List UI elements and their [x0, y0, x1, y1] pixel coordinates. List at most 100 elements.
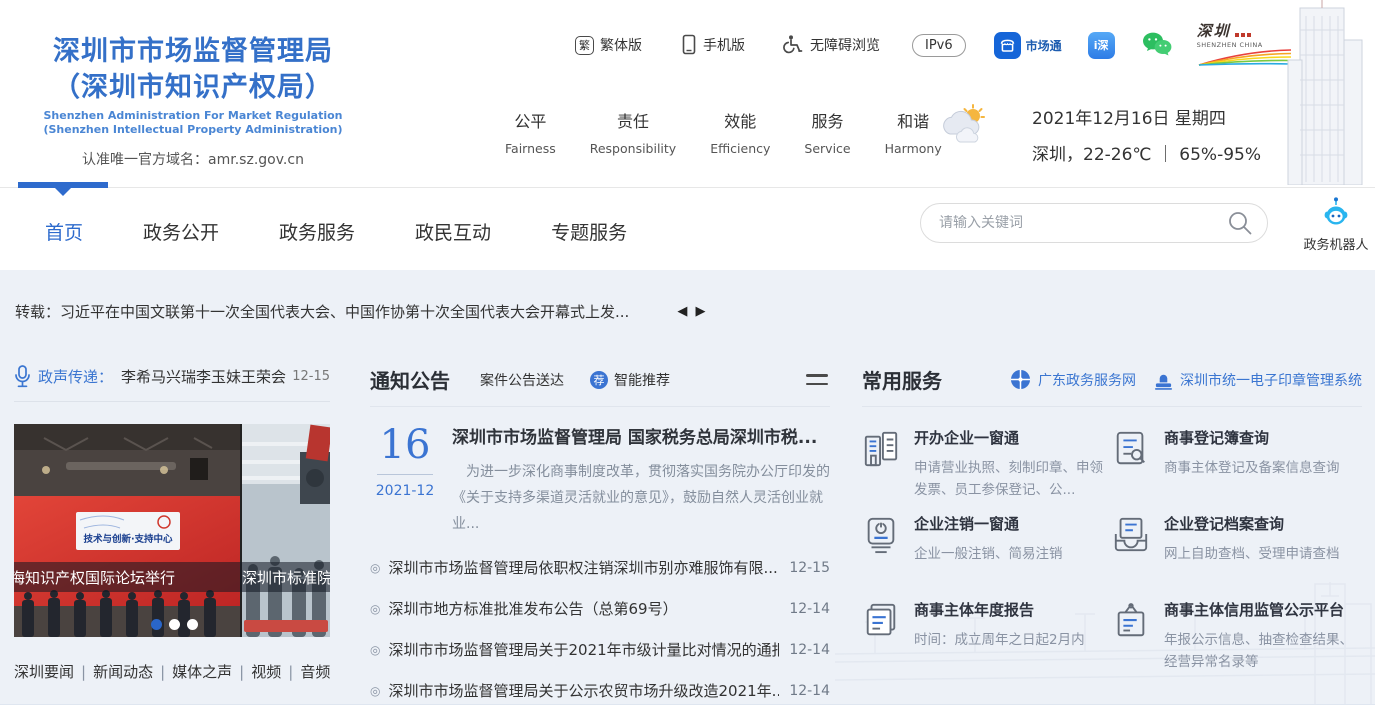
featured-notice[interactable]: 16 2021-12 深圳市市场监督管理局 国家税务总局深圳市税... 为进一步…	[370, 423, 830, 537]
site-header: 深圳市市场监督管理局 （深圳市知识产权局） Shenzhen Administr…	[0, 0, 1375, 187]
service-card-archive-query[interactable]: 企业登记档案查询 网上自助查档、受理申请查档	[1112, 513, 1362, 599]
bullet-icon: ◎	[370, 602, 380, 616]
power-device-icon	[862, 515, 900, 555]
search-input[interactable]	[939, 215, 1227, 231]
services-column: 常用服务 广东政务服务网	[862, 365, 1362, 685]
bullet-icon: ◎	[370, 643, 380, 657]
mobile-version-link[interactable]: 手机版	[680, 34, 745, 56]
services-header: 常用服务 广东政务服务网	[862, 365, 1362, 407]
content-area: 转载：习近平在中国文联第十一次全国代表大会、中国作协第十次全国代表大会开幕式上发…	[0, 270, 1375, 705]
gov-robot-button[interactable]: 政务机器人	[1300, 196, 1372, 253]
search-box	[920, 203, 1268, 243]
notice-item[interactable]: ◎ 深圳市地方标准批准发布公告（总第69号） 12-14	[370, 588, 830, 629]
carousel-caption-next: 深圳市标准院	[242, 567, 330, 588]
weather-date: 2021年12月16日 星期四	[1032, 104, 1261, 129]
value-service: 服务 Service	[804, 108, 850, 156]
market-app-icon	[994, 32, 1021, 59]
ipv6-badge[interactable]: IPv6	[912, 34, 966, 57]
ticker-prev-icon[interactable]: ◀	[677, 304, 689, 319]
nav-item-gov-disclosure[interactable]: 政务公开	[143, 218, 219, 245]
guangdong-service-link[interactable]: 广东政务服务网	[1010, 369, 1136, 390]
weather-detail: 深圳，22-26℃ ｜ 65%-95%	[1032, 140, 1261, 165]
archive-tray-icon	[1112, 515, 1150, 555]
notice-item[interactable]: ◎ 深圳市市场监督管理局关于公示农贸市场升级改造2021年... 12-14	[370, 670, 830, 711]
featured-month: 2021-12	[370, 483, 440, 499]
seal-icon	[1154, 370, 1173, 390]
building-doc-icon	[862, 429, 900, 469]
nav-items: 首页 政务公开 政务服务 政民互动 专题服务	[45, 218, 687, 245]
notice-board-icon	[1112, 601, 1150, 641]
ticker-headline[interactable]: 转载：习近平在中国文联第十一次全国代表大会、中国作协第十次全国代表大会开幕式上发…	[15, 301, 629, 322]
link-audio[interactable]: 音频	[300, 661, 330, 682]
bullet-icon: ◎	[370, 561, 380, 575]
carousel-dot-2[interactable]	[169, 619, 180, 630]
voice-news-row[interactable]: 政声传递： 李希马兴瑞李玉妹王荣会... 12-15	[14, 365, 330, 402]
weather-text: 2021年12月16日 星期四 深圳，22-26℃ ｜ 65%-95%	[1032, 104, 1261, 165]
value-fairness: 公平 Fairness	[505, 108, 556, 156]
link-news-updates[interactable]: 新闻动态	[93, 661, 153, 682]
active-tab-arrow	[55, 188, 71, 196]
voice-news-date: 12-15	[292, 369, 330, 384]
service-card-credit-platform[interactable]: 商事主体信用监管公示平台 年报公示信息、抽查检查结果、经营异常名录等	[1112, 599, 1362, 685]
notices-column: 通知公告 案件公告送达 荐 智能推荐 16 2021-12 深圳市市场监督管理局…	[370, 365, 830, 711]
recommend-badge-icon: 荐	[590, 371, 608, 389]
featured-summary: 为进一步深化商事制度改革，贯彻落实国务院办公厅印发的《关于支持多渠道灵活就业的意…	[452, 459, 830, 537]
site-title-cn2: （深圳市知识产权局）	[28, 70, 358, 106]
phone-icon	[680, 34, 698, 56]
featured-day: 16	[370, 423, 440, 467]
news-ticker: 转载：习近平在中国文联第十一次全国代表大会、中国作协第十次全国代表大会开幕式上发…	[15, 301, 707, 322]
traditional-version-link[interactable]: 繁 繁体版	[575, 35, 642, 55]
service-card-open-business[interactable]: 开办企业一窗通 申请营业执照、刻制印章、申领发票、员工参保登记、公...	[862, 427, 1112, 513]
weather-widget: 2021年12月16日 星期四 深圳，22-26℃ ｜ 65%-95%	[940, 104, 1261, 165]
more-menu-icon[interactable]	[804, 370, 830, 389]
core-values: 公平 Fairness 责任 Responsibility 效能 Efficie…	[505, 108, 976, 156]
news-category-links: 深圳要闻| 新闻动态| 媒体之声| 视频| 音频	[14, 661, 330, 682]
link-shenzhen-news[interactable]: 深圳要闻	[14, 661, 74, 682]
carousel-dot-3[interactable]	[187, 619, 198, 630]
robot-icon	[1317, 196, 1355, 228]
traditional-icon: 繁	[575, 36, 594, 55]
stage-banner-text: 技术与创新·支持中心	[83, 533, 173, 545]
microphone-icon	[14, 365, 31, 388]
voice-news-headline[interactable]: 李希马兴瑞李玉妹王荣会...	[121, 366, 286, 387]
service-cards: 开办企业一窗通 申请营业执照、刻制印章、申领发票、员工参保登记、公... 商事登…	[862, 427, 1362, 685]
search-icon[interactable]	[1227, 210, 1253, 236]
featured-title[interactable]: 深圳市市场监督管理局 国家税务总局深圳市税...	[452, 423, 830, 448]
case-announcement-link[interactable]: 案件公告送达	[480, 370, 564, 390]
smart-recommend-link[interactable]: 荐 智能推荐	[590, 370, 670, 390]
value-efficiency: 效能 Efficiency	[710, 108, 770, 156]
nav-item-gov-services[interactable]: 政务服务	[279, 218, 355, 245]
notices-title: 通知公告	[370, 365, 450, 394]
main-nav: 首页 政务公开 政务服务 政民互动 专题服务	[0, 187, 1375, 270]
e-seal-system-link[interactable]: 深圳市统一电子印章管理系统	[1154, 370, 1362, 390]
nav-item-home[interactable]: 首页	[45, 218, 83, 245]
value-responsibility: 责任 Responsibility	[590, 108, 676, 156]
notice-list: ◎ 深圳市市场监督管理局依职权注销深圳市别亦难服饰有限... 12-15 ◎ 深…	[370, 547, 830, 711]
nav-item-special-services[interactable]: 专题服务	[551, 218, 627, 245]
nav-item-interaction[interactable]: 政民互动	[415, 218, 491, 245]
news-column: 政声传递： 李希马兴瑞李玉妹王荣会... 12-15	[14, 365, 330, 682]
service-card-annual-report[interactable]: 商事主体年度报告 时间：成立周年之日起2月内	[862, 599, 1112, 685]
service-card-deregister[interactable]: 企业注销一窗通 企业一般注销、简易注销	[862, 513, 1112, 599]
official-domain-note: 认准唯一官方域名：amr.sz.gov.cn	[28, 149, 358, 169]
building-illustration	[1270, 0, 1375, 185]
news-carousel[interactable]: 技术与创新·支持中心	[14, 424, 330, 637]
service-card-registry-query[interactable]: 商事登记簿查询 商事主体登记及备案信息查询	[1112, 427, 1362, 513]
doc-search-icon	[1112, 429, 1150, 469]
wechat-icon[interactable]	[1141, 31, 1173, 59]
i-shenzhen-app-icon[interactable]: i深	[1088, 32, 1115, 59]
carousel-dot-1[interactable]	[151, 619, 162, 630]
notices-header: 通知公告 案件公告送达 荐 智能推荐	[370, 365, 830, 407]
red-seal-marks	[1235, 33, 1251, 37]
bullet-icon: ◎	[370, 684, 380, 698]
ticker-next-icon[interactable]: ▶	[695, 304, 707, 319]
site-logo[interactable]: 深圳市市场监督管理局 （深圳市知识产权局） Shenzhen Administr…	[28, 34, 358, 169]
notice-item[interactable]: ◎ 深圳市市场监督管理局依职权注销深圳市别亦难服饰有限... 12-15	[370, 547, 830, 588]
notice-item[interactable]: ◎ 深圳市市场监督管理局关于2021年市级计量比对情况的通报 12-14	[370, 629, 830, 670]
link-video[interactable]: 视频	[251, 661, 281, 682]
accessibility-link[interactable]: 无障碍浏览	[783, 34, 880, 56]
carousel-caption: 海知识产权国际论坛举行	[14, 567, 242, 588]
weather-icon	[940, 104, 990, 148]
market-app-link[interactable]: 市场通	[994, 32, 1062, 59]
link-media-voice[interactable]: 媒体之声	[172, 661, 232, 682]
